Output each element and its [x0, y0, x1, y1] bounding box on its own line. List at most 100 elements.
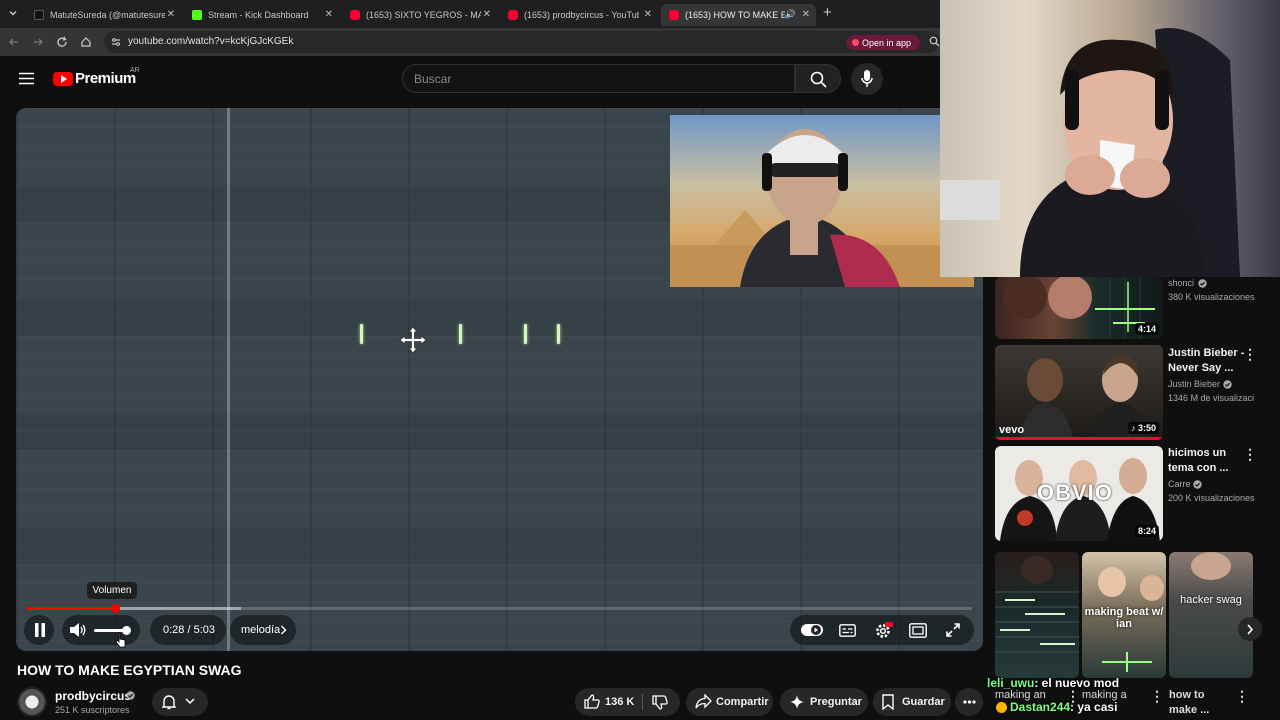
- midi-note: [360, 324, 363, 344]
- open-in-app-button[interactable]: Open in app: [846, 35, 920, 50]
- share-label: Compartir: [716, 696, 769, 708]
- related-title[interactable]: hicimos un tema con ...: [1168, 446, 1248, 476]
- like-icon[interactable]: [584, 694, 600, 709]
- chat-message: leli_uwu: el nuevo mod: [987, 676, 1119, 690]
- more-vertical-icon[interactable]: ⋮: [1235, 688, 1249, 705]
- kick-icon: [192, 10, 202, 20]
- tab-youtube-sixto[interactable]: (1653) SIXTO YEGROS - MALDI ✕: [342, 4, 497, 26]
- logo-text[interactable]: Premium: [75, 70, 136, 87]
- voice-search-button[interactable]: [851, 63, 883, 95]
- theater-mode-icon[interactable]: [909, 623, 927, 638]
- sparkle-icon: [790, 695, 804, 709]
- related-channel[interactable]: Justin Bieber: [1168, 379, 1220, 389]
- youtube-icon: [350, 10, 360, 20]
- speaker-icon[interactable]: 🔊: [785, 9, 796, 20]
- tab-youtube-active[interactable]: (1653) HOW TO MAKE EGY 🔊 ✕: [661, 4, 816, 26]
- bookmark-icon: [882, 694, 894, 710]
- autoplay-toggle[interactable]: [801, 623, 823, 637]
- chat-badge-icon: [996, 702, 1007, 713]
- related-channel[interactable]: shonci: [1168, 278, 1194, 288]
- close-icon[interactable]: ✕: [167, 9, 175, 20]
- zoom-icon[interactable]: [929, 36, 940, 47]
- time-display: 0:28 / 5:03: [163, 624, 215, 636]
- tiktok-icon: [34, 10, 44, 20]
- short-thumbnail[interactable]: hacker swag: [1169, 552, 1253, 678]
- shorts-next-button[interactable]: [1238, 617, 1262, 641]
- video-title: HOW TO MAKE EGYPTIAN SWAG: [17, 662, 242, 678]
- close-icon[interactable]: ✕: [483, 9, 491, 20]
- channel-avatar[interactable]: [17, 687, 47, 717]
- more-vertical-icon[interactable]: ⋮: [1243, 446, 1257, 463]
- youtube-logo-icon[interactable]: [53, 72, 73, 86]
- piano-roll-playhead: [227, 108, 230, 651]
- subtitles-icon[interactable]: [839, 624, 856, 637]
- search-icon: [810, 71, 827, 88]
- home-icon[interactable]: [80, 36, 92, 48]
- volume-icon[interactable]: [69, 622, 87, 638]
- short-thumbnail[interactable]: making beat w/ ian: [1082, 552, 1166, 678]
- watch-progress: [995, 437, 1163, 440]
- chat-text: : ya casi: [1070, 700, 1118, 714]
- midi-note: [524, 324, 527, 344]
- chat-message: Dastan244: ya casi: [1010, 700, 1117, 714]
- tab-youtube-prodbycircus[interactable]: (1653) prodbycircus - YouTube ✕: [500, 4, 658, 26]
- ask-button[interactable]: Preguntar: [780, 688, 868, 716]
- move-cursor-icon: [399, 326, 427, 354]
- fullscreen-icon[interactable]: [945, 622, 961, 638]
- search-input[interactable]: [402, 64, 795, 93]
- close-icon[interactable]: ✕: [644, 9, 652, 20]
- save-button[interactable]: Guardar: [873, 688, 951, 716]
- tab-list-chevron-icon[interactable]: [7, 7, 19, 19]
- chat-text: : el nuevo mod: [1034, 676, 1120, 690]
- related-views: 200 K visualizaciones: [1168, 493, 1255, 503]
- menu-icon[interactable]: [19, 72, 34, 85]
- more-actions-button[interactable]: [955, 688, 983, 716]
- new-tab-button[interactable]: +: [823, 4, 832, 21]
- related-title[interactable]: Justin Bieber - Never Say ...: [1168, 346, 1248, 376]
- related-channel[interactable]: Carre: [1168, 479, 1191, 489]
- share-button[interactable]: Compartir: [686, 688, 773, 716]
- chapter-label[interactable]: melodía: [241, 624, 280, 636]
- tab-tiktok[interactable]: MatuteSureda (@matutesureda ✕: [26, 4, 181, 26]
- search-placeholder: Buscar: [414, 72, 452, 86]
- short-thumbnail[interactable]: [995, 552, 1079, 678]
- search-button[interactable]: [795, 64, 841, 93]
- site-info-icon[interactable]: [111, 37, 121, 47]
- webcam-overlay-streamer: [940, 0, 1280, 277]
- close-icon[interactable]: ✕: [325, 9, 333, 20]
- related-views: 1346 M de visualizaci: [1168, 393, 1255, 403]
- chat-username: leli_uwu: [987, 676, 1035, 690]
- channel-name[interactable]: prodbycircus: [55, 689, 131, 703]
- like-count[interactable]: 136 K: [605, 696, 634, 708]
- related-thumbnail[interactable]: vevo ♪ 3:50: [995, 345, 1163, 440]
- notifications-button[interactable]: [152, 688, 208, 716]
- settings-gear-icon[interactable]: [874, 622, 893, 640]
- hd-badge: [885, 622, 893, 627]
- divider: [642, 694, 643, 710]
- more-vertical-icon[interactable]: ⋮: [1150, 688, 1164, 705]
- piano-roll-row: [16, 298, 983, 336]
- related-thumbnail[interactable]: OBVIO 8:24: [995, 446, 1163, 541]
- tab-label: (1653) HOW TO MAKE EGY: [685, 10, 785, 20]
- more-vertical-icon[interactable]: ⋮: [1243, 346, 1257, 363]
- duration-badge: 4:14: [1134, 323, 1159, 335]
- dislike-icon[interactable]: [652, 695, 668, 710]
- tab-kick[interactable]: Stream - Kick Dashboard ✕: [184, 4, 339, 26]
- forward-icon[interactable]: [32, 36, 44, 48]
- vevo-logo: vevo: [999, 424, 1025, 436]
- reload-icon[interactable]: [56, 36, 68, 48]
- short-caption: making beat w/ ian: [1084, 606, 1164, 630]
- chevron-right-icon: [280, 625, 287, 635]
- progress-scrubber[interactable]: [111, 604, 120, 613]
- close-icon[interactable]: ✕: [802, 9, 810, 20]
- volume-tooltip: Volumen: [87, 582, 137, 599]
- progress-played: [27, 607, 115, 610]
- browser-toolbar: youtube.com/watch?v=kcKjGJcKGEk: [0, 28, 940, 56]
- verified-icon: [1193, 480, 1202, 489]
- duration-badge: ♪ 3:50: [1127, 422, 1159, 434]
- short-title[interactable]: how to make ...: [1169, 688, 1229, 718]
- pause-icon[interactable]: [34, 623, 46, 637]
- address-bar[interactable]: youtube.com/watch?v=kcKjGJcKGEk: [104, 31, 940, 53]
- related-thumbnail[interactable]: 4:14: [995, 277, 1163, 339]
- back-icon[interactable]: [8, 36, 20, 48]
